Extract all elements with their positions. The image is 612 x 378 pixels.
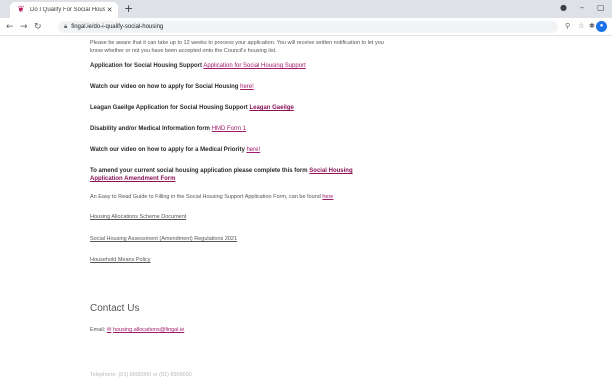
item-label: Application for Social Housing Support bbox=[90, 63, 202, 69]
item-label: Watch our video on how to apply for a Me… bbox=[90, 147, 245, 153]
telephone-line: Telephone: (01) 8905000 or (01) 8905000 bbox=[90, 372, 192, 378]
video-item: Watch our video on how to apply for Soci… bbox=[90, 83, 390, 91]
guide-text: An Easy to Read Guide to Filling in the … bbox=[90, 194, 321, 200]
email-icon: ✉ bbox=[106, 327, 112, 333]
regulations-link[interactable]: Social Housing Assessment (Amendment) Re… bbox=[90, 236, 237, 242]
item-label: Disability and/or Medical Information fo… bbox=[90, 126, 211, 132]
close-icon[interactable]: ✕ bbox=[105, 6, 114, 14]
browser-toolbar: ← → ↻ 🔒︎ fingal.ie/do-i-qualify-social-h… bbox=[0, 18, 612, 36]
email-label: Email: bbox=[90, 327, 106, 333]
amend-item-cont: Application Amendment Form bbox=[90, 175, 390, 183]
back-arrow-icon[interactable]: ← bbox=[6, 21, 14, 33]
allocations-scheme-link[interactable]: Housing Allocations Scheme Document bbox=[90, 214, 186, 220]
email-link[interactable]: housing.allocations@fingal.ie bbox=[113, 327, 184, 333]
fingal-favicon-icon: ❦ bbox=[17, 5, 25, 15]
search-icon[interactable]: ⚲ bbox=[565, 22, 570, 30]
tab-strip: ❦ Do I Qualify For Social Housing? ✕ + ●… bbox=[0, 0, 612, 18]
tab-title: Do I Qualify For Social Housing? bbox=[30, 7, 105, 13]
amend-label: To amend your current social housing app… bbox=[90, 168, 308, 174]
application-link[interactable]: Application for Social Housing Support bbox=[203, 63, 305, 69]
lock-icon[interactable]: 🔒︎ bbox=[64, 23, 67, 31]
star-icon[interactable]: ☆ bbox=[578, 22, 584, 30]
guide-item: An Easy to Read Guide to Filling in the … bbox=[90, 193, 390, 201]
address-bar[interactable]: 🔒︎ fingal.ie/do-i-qualify-social-housing bbox=[58, 21, 558, 33]
forward-arrow-icon[interactable]: → bbox=[20, 21, 28, 33]
reload-icon[interactable]: ↻ bbox=[34, 21, 42, 33]
minimize-button[interactable]: – bbox=[580, 3, 584, 12]
application-item: Application for Social Housing Support A… bbox=[90, 62, 390, 70]
puzzle-icon[interactable]: ✱ bbox=[589, 22, 595, 30]
new-tab-button[interactable]: + bbox=[124, 3, 133, 15]
item-label: Watch our video on how to apply for Soci… bbox=[90, 84, 239, 90]
leagan-gaeilge-link[interactable]: Leagan Gaeilge bbox=[249, 105, 293, 111]
medical-video-item: Watch our video on how to apply for a Me… bbox=[90, 146, 390, 154]
amendment-form-link[interactable]: Social Housing bbox=[309, 168, 352, 174]
irish-application-item: Leagan Gaeilge Application for Social Ho… bbox=[90, 104, 390, 112]
means-policy-link[interactable]: Household Means Policy bbox=[90, 257, 151, 263]
medical-form-item: Disability and/or Medical Information fo… bbox=[90, 125, 390, 133]
profile-dot-icon[interactable]: ● bbox=[560, 3, 567, 12]
medical-video-link[interactable]: here! bbox=[246, 147, 260, 153]
intro-paragraph: Please be aware that it can take up to 1… bbox=[90, 40, 384, 54]
contact-heading: Contact Us bbox=[90, 303, 140, 314]
guide-link[interactable]: here bbox=[322, 194, 333, 200]
url-text[interactable]: fingal.ie/do-i-qualify-social-housing bbox=[71, 24, 163, 30]
maximize-button[interactable]: ▢ bbox=[597, 3, 605, 12]
item-label: Leagan Gaeilge Application for Social Ho… bbox=[90, 105, 248, 111]
email-line: Email: ✉ housing.allocations@fingal.ie bbox=[90, 327, 184, 333]
browser-tab[interactable]: ❦ Do I Qualify For Social Housing? ✕ bbox=[10, 2, 118, 18]
hmd-form-link[interactable]: HMD Form 1 bbox=[212, 126, 246, 132]
profile-icon[interactable]: ● bbox=[596, 21, 607, 32]
amendment-form-link-cont[interactable]: Application Amendment Form bbox=[90, 176, 175, 182]
amend-item: To amend your current social housing app… bbox=[90, 167, 390, 175]
video-link[interactable]: here! bbox=[240, 84, 254, 90]
